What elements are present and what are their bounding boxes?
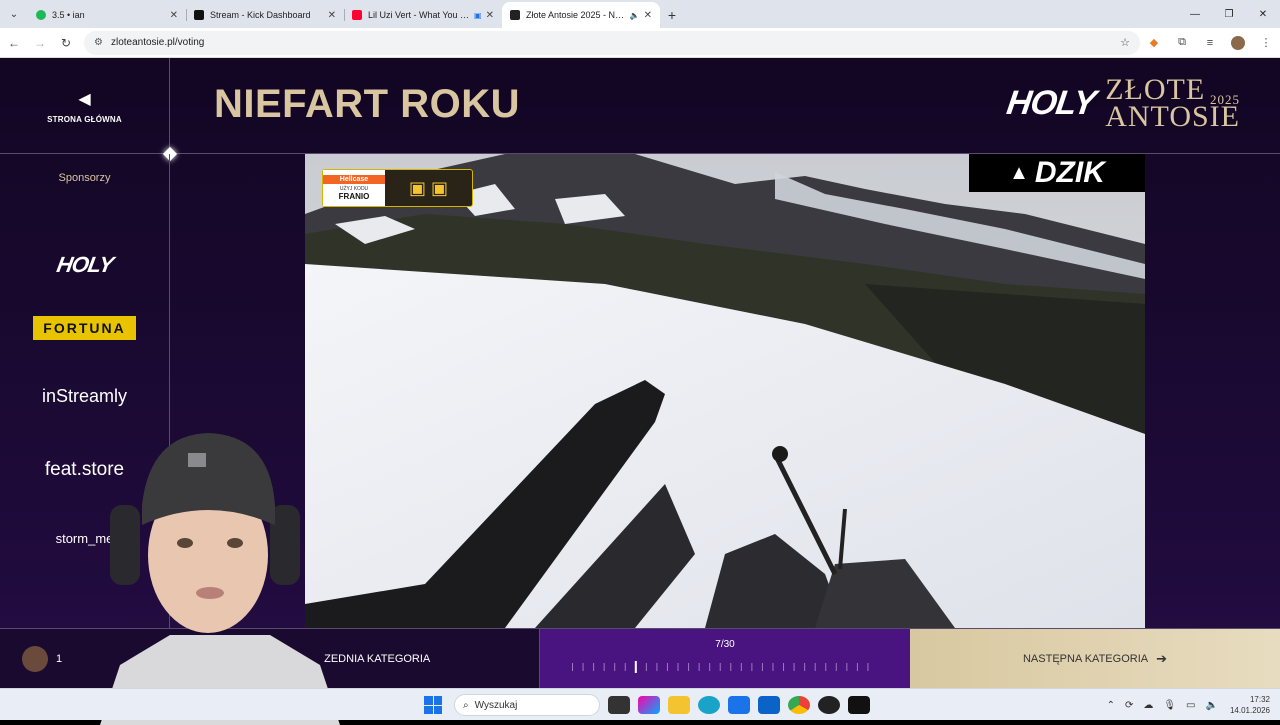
browser-tab-strip: ⌄ 3.5 • ian ✕ Stream - Kick Dashboard ✕ … [0,0,1280,28]
dzik-sponsor-logo: ▲ DZIK [969,154,1145,192]
webcam-overlay [100,433,340,725]
nominee-video[interactable]: ▲ DZIK Hellcase UŻYJ KODU FRANIO ▣ ▣ [305,154,1145,628]
app-icon[interactable] [818,696,840,714]
browser-menu-icon[interactable]: ⋮ [1252,36,1280,49]
store-icon[interactable] [728,696,750,714]
edge-icon[interactable] [698,696,720,714]
zlote-antosie-logo: ZŁOTE ANTOSIE 2025 [1105,75,1240,132]
close-icon[interactable]: ✕ [644,10,652,21]
window-controls: — ❐ ✕ [1178,0,1280,28]
sponsors-title: Sponsorzy [58,172,111,184]
extension-icon[interactable]: ◆ [1140,36,1168,49]
extensions-puzzle-icon[interactable]: ⧉ [1168,36,1196,49]
chevron-up-icon[interactable]: ⌃ [1107,700,1115,711]
system-tray: ⌃ ⟳ ☁ 🎙 ▭ 🔈 17:32 14.01.2026 [1097,689,1280,721]
taskbar-apps: ⌕ Wyszukaj [424,689,870,721]
media-control-icon[interactable]: ≡ [1196,37,1224,49]
sponsor-fortuna[interactable]: FORTUNA [33,316,136,340]
microphone-icon[interactable]: 🎙 [1163,700,1176,711]
close-icon[interactable]: ✕ [170,10,178,21]
chrome-icon[interactable] [788,696,810,714]
minimize-icon[interactable]: — [1178,0,1212,28]
event-logo: HOLY ZŁOTE ANTOSIE 2025 [1004,75,1240,132]
taskbar-search[interactable]: ⌕ Wyszukaj [454,694,600,716]
next-category-label: NASTĘPNA KATEGORIA [1022,653,1149,665]
speaker-icon[interactable]: 🔈 [630,11,640,20]
case-icon: ▣ ▣ [408,177,448,198]
hellcase-brand: Hellcase [323,175,385,184]
profile-avatar-icon[interactable] [1224,35,1252,50]
page-header: ◀ STRONA GŁÓWNA NIEFART ROKU HOLY ZŁOTE … [0,58,1280,154]
copilot-icon[interactable] [638,696,660,714]
sponsor-holy[interactable]: HOLY [54,252,115,278]
file-explorer-icon[interactable] [668,696,690,714]
url-text: zloteantosie.pl/voting [110,37,205,48]
terminal-icon[interactable] [848,696,870,714]
category-progress: 7/30 [540,629,910,688]
prev-number: 1 [56,653,63,665]
playing-icon: ▣ [474,10,482,20]
clock[interactable]: 17:32 14.01.2026 [1230,694,1270,716]
progress-ticks [572,661,869,673]
clock-date: 14.01.2026 [1229,706,1270,715]
tab-title: Złote Antosie 2025 - Najwię [526,10,626,20]
spotify-icon [36,10,46,20]
progress-counter: 7/30 [715,639,735,650]
outlook-icon[interactable] [758,696,780,714]
hellcase-info: Hellcase UŻYJ KODU FRANIO [323,170,385,206]
boar-icon: ▲ [1009,161,1029,184]
previous-category-label: ZEDNIA KATEGORIA [324,653,431,665]
sponsor-instreamly[interactable]: inStreamly [42,386,127,407]
hellcase-promo: Hellcase UŻYJ KODU FRANIO ▣ ▣ [322,169,473,207]
bookmark-star-icon[interactable]: ☆ [1120,36,1130,49]
home-link[interactable]: ◀ STRONA GŁÓWNA [0,58,170,154]
tab-search-icon[interactable]: ⌄ [0,0,28,28]
back-icon[interactable]: ← [2,31,26,55]
url-bar[interactable]: ⚙ zloteantosie.pl/voting ☆ [84,30,1140,55]
back-arrow-icon: ◀ [78,90,91,108]
avatar [22,646,48,672]
start-icon[interactable] [424,696,442,714]
home-label: STRONA GŁÓWNA [47,114,122,124]
tab-zlote-antosie[interactable]: Złote Antosie 2025 - Najwię 🔈 ✕ [502,2,660,28]
tab-spotify[interactable]: 3.5 • ian ✕ [28,2,186,28]
windows-taskbar: ⌕ Wyszukaj ⌃ ⟳ ☁ 🎙 ▭ 🔈 17:32 14.01.2026 [0,688,1280,720]
close-icon[interactable]: ✕ [486,10,494,21]
holy-logo: HOLY [1004,83,1098,122]
address-toolbar: ← → ↻ ⚙ zloteantosie.pl/voting ☆ ◆ ⧉ ≡ ⋮ [0,28,1280,58]
task-view-icon[interactable] [608,696,630,714]
kick-icon [194,10,204,20]
volume-icon[interactable]: 🔈 [1206,700,1218,711]
close-icon[interactable]: ✕ [328,10,336,21]
cloud-icon[interactable]: ☁ [1143,700,1153,711]
tab-title: 3.5 • ian [52,10,85,20]
next-category-button[interactable]: NASTĘPNA KATEGORIA ➔ [910,629,1280,688]
clock-time: 17:32 [1249,695,1270,704]
tab-kick-dashboard[interactable]: Stream - Kick Dashboard ✕ [186,2,344,28]
sync-icon[interactable]: ⟳ [1125,700,1133,711]
logo-year: 2025 [1210,92,1240,107]
youtube-icon [352,10,362,20]
site-info-icon[interactable]: ⚙ [94,37,103,48]
search-placeholder: Wyszukaj [474,699,518,711]
forward-icon[interactable]: → [28,31,52,55]
arrow-right-icon: ➔ [1156,651,1167,666]
video-frame [305,154,1145,628]
dzik-label: DZIK [1034,156,1105,189]
tab-title: Lil Uzi Vert - What You Sayin [368,10,471,20]
tab-youtube[interactable]: Lil Uzi Vert - What You Sayin ▣ ✕ [344,2,502,28]
zlote-antosie-icon [510,10,520,20]
search-icon: ⌕ [463,699,469,711]
category-title: NIEFART ROKU [214,82,520,126]
tab-title: Stream - Kick Dashboard [210,10,311,20]
reload-icon[interactable]: ↻ [54,31,78,55]
close-window-icon[interactable]: ✕ [1246,0,1280,28]
hellcase-code: FRANIO [338,192,370,201]
restore-icon[interactable]: ❐ [1212,0,1246,28]
display-icon[interactable]: ▭ [1186,700,1195,711]
new-tab-icon[interactable]: + [660,2,684,28]
